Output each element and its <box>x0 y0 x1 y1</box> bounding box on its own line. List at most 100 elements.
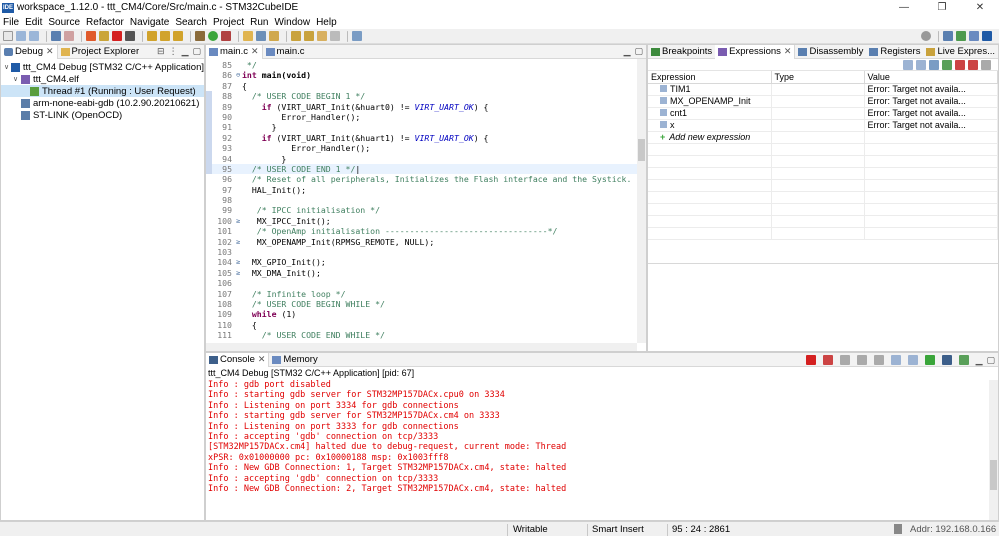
show-on-stdout-icon[interactable] <box>890 355 901 365</box>
remove-icon[interactable] <box>955 59 965 70</box>
show-on-stderr-icon[interactable] <box>907 355 918 365</box>
show-type-names-icon[interactable] <box>903 59 913 70</box>
scroll-lock-icon[interactable] <box>856 355 867 365</box>
next-annotation-icon[interactable] <box>291 31 301 41</box>
menu-search[interactable]: Search <box>175 17 207 28</box>
run-icon[interactable] <box>208 31 218 41</box>
tab-console[interactable]: Console ✕ <box>206 352 270 367</box>
column-value[interactable]: Value <box>864 71 998 84</box>
close-icon[interactable]: ✕ <box>258 354 266 365</box>
expand-chevron-icon[interactable]: ∨ <box>13 75 21 83</box>
collapse-all-icon[interactable]: ⊟ <box>157 46 165 57</box>
build-icon[interactable] <box>195 31 205 41</box>
table-row[interactable]: cnt1 Error: Target not availa... <box>648 107 998 120</box>
tab-debug[interactable]: Debug ✕ <box>1 44 58 59</box>
tab-disassembly[interactable]: Disassembly <box>795 45 866 59</box>
collapse-icon[interactable] <box>916 59 926 70</box>
tab-registers[interactable]: Registers <box>866 45 923 59</box>
resume-icon[interactable] <box>86 31 96 41</box>
layout-icon[interactable] <box>929 59 939 70</box>
perspective-ide-icon[interactable] <box>982 31 992 41</box>
search-icon[interactable] <box>921 31 931 41</box>
search-toolbar-icon[interactable] <box>256 31 266 41</box>
tree-item[interactable]: ST-LINK (OpenOCD) <box>1 109 204 121</box>
external-tools-icon[interactable] <box>221 31 231 41</box>
editor-horizontal-scrollbar[interactable] <box>206 343 637 351</box>
step-over-icon[interactable] <box>160 31 170 41</box>
close-button[interactable]: ✕ <box>961 0 999 15</box>
add-expression-row[interactable]: + Add new expression <box>648 131 998 144</box>
console-output[interactable]: Info : gdb port disabled Info : starting … <box>206 380 998 494</box>
menu-window[interactable]: Window <box>274 17 310 28</box>
step-return-icon[interactable] <box>173 31 183 41</box>
perspective-debug-icon[interactable] <box>969 31 979 41</box>
trash-icon[interactable] <box>894 524 902 534</box>
pencil-icon[interactable] <box>269 31 279 41</box>
minimize-view-icon[interactable]: ▁ <box>976 355 983 366</box>
close-icon[interactable]: ✕ <box>784 46 792 57</box>
minimize-view-icon[interactable]: ▁ <box>182 46 189 57</box>
table-row[interactable]: x Error: Target not availa... <box>648 119 998 132</box>
suspend-icon[interactable] <box>99 31 109 41</box>
remove-all-icon[interactable] <box>968 59 978 70</box>
add-expression-cell[interactable]: + Add new expression <box>648 131 772 144</box>
scrollbar-thumb[interactable] <box>990 460 997 490</box>
tree-item[interactable]: ∨ ttt_CM4.elf <box>1 73 204 85</box>
previous-annotation-icon[interactable] <box>304 31 314 41</box>
skip-breakpoints-icon[interactable] <box>64 31 74 41</box>
menu-run[interactable]: Run <box>250 17 268 28</box>
tab-live-expres[interactable]: Live Expres... <box>923 45 998 59</box>
save-icon[interactable] <box>16 31 26 41</box>
word-wrap-icon[interactable] <box>873 355 884 365</box>
tab-main-c-2[interactable]: main.c <box>263 45 308 59</box>
column-type[interactable]: Type <box>771 71 865 84</box>
menu-project[interactable]: Project <box>213 17 244 28</box>
line-marker-icon[interactable] <box>236 195 242 205</box>
pin-console-icon[interactable] <box>924 355 935 365</box>
tab-memory[interactable]: Memory <box>269 353 320 367</box>
view-menu-icon[interactable]: ⋮ <box>169 46 178 57</box>
tab-expressions[interactable]: Expressions ✕ <box>715 44 796 59</box>
close-icon[interactable]: ✕ <box>251 46 259 57</box>
maximize-view-icon[interactable]: ▢ <box>634 46 643 57</box>
remove-launch-icon[interactable] <box>822 355 833 365</box>
menu-navigate[interactable]: Navigate <box>130 17 169 28</box>
code-editor[interactable]: 85 */86 ⊖ int main(void) 87 {88 /* USER CODE… <box>206 59 646 351</box>
perspective-cpp-icon[interactable] <box>943 31 953 41</box>
open-console-icon[interactable] <box>958 355 969 365</box>
column-expression[interactable]: Expression <box>648 71 772 84</box>
terminate-icon[interactable] <box>112 31 122 41</box>
display-console-icon[interactable] <box>941 355 952 365</box>
editor-vertical-scrollbar[interactable] <box>637 59 646 343</box>
maximize-view-icon[interactable]: ▢ <box>192 46 201 57</box>
perspective-device-icon[interactable] <box>956 31 966 41</box>
tab-main-c-1[interactable]: main.c ✕ <box>206 44 263 59</box>
debug-icon[interactable] <box>51 31 61 41</box>
minimize-button[interactable]: — <box>885 0 923 15</box>
view-menu-icon[interactable] <box>981 59 991 70</box>
tab-project-explorer[interactable]: Project Explorer <box>58 45 143 59</box>
table-row[interactable]: TIM1 Error: Target not availa... <box>648 83 998 96</box>
line-marker-icon[interactable] <box>236 247 242 257</box>
save-all-icon[interactable] <box>29 31 39 41</box>
line-marker-icon[interactable] <box>236 278 242 288</box>
clear-console-icon[interactable] <box>839 355 850 365</box>
tree-item[interactable]: Thread #1 (Running : User Request) <box>1 85 204 97</box>
open-folder-icon[interactable] <box>243 31 253 41</box>
tree-item[interactable]: arm-none-eabi-gdb (10.2.90.20210621) <box>1 97 204 109</box>
maximize-button[interactable]: ❐ <box>923 0 961 15</box>
maximize-view-icon[interactable]: ▢ <box>986 355 995 366</box>
new-icon[interactable] <box>3 31 13 41</box>
table-row[interactable]: MX_OPENAMP_Init Error: Target not availa.… <box>648 95 998 108</box>
close-icon[interactable]: ✕ <box>46 46 54 57</box>
status-insert-mode[interactable]: Smart Insert <box>592 524 644 535</box>
menu-help[interactable]: Help <box>316 17 337 28</box>
console-vertical-scrollbar[interactable] <box>989 380 998 520</box>
menu-source[interactable]: Source <box>48 17 80 28</box>
pin-editor-icon[interactable] <box>352 31 362 41</box>
scrollbar-thumb[interactable] <box>638 139 645 161</box>
menu-refactor[interactable]: Refactor <box>86 17 124 28</box>
back-icon[interactable] <box>317 31 327 41</box>
disconnect-icon[interactable] <box>125 31 135 41</box>
tab-breakpoints[interactable]: Breakpoints <box>648 45 715 59</box>
